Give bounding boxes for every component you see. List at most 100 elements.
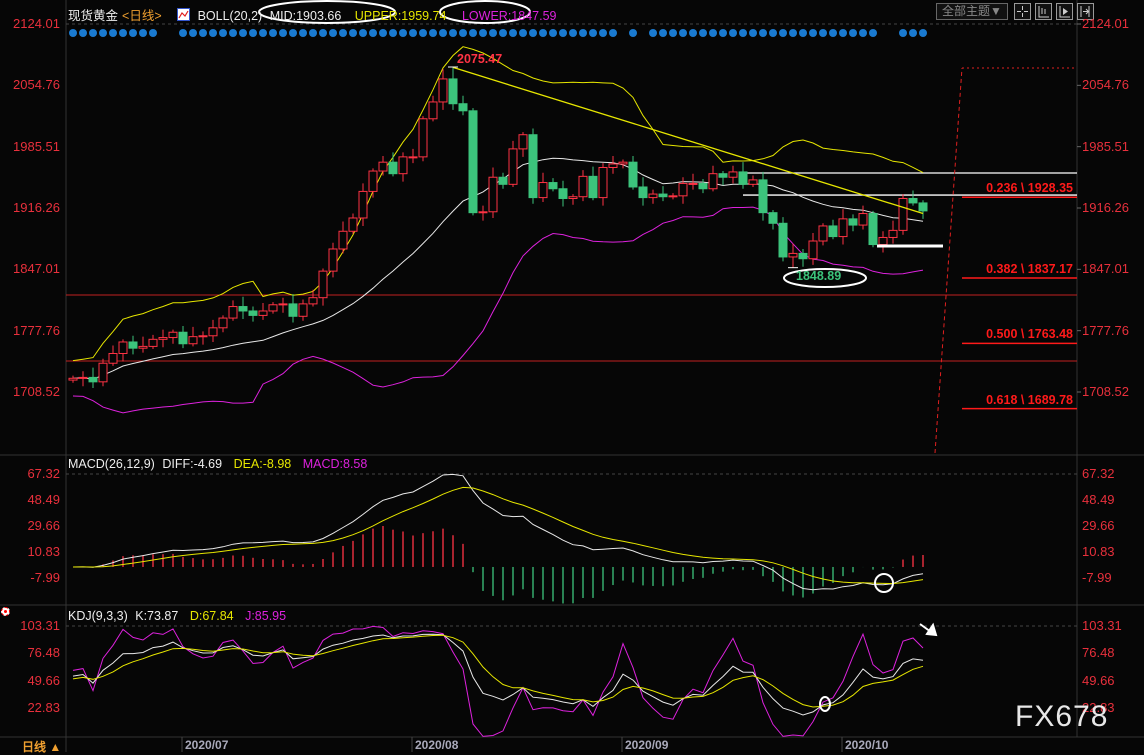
signal-dot <box>249 29 257 37</box>
candle-up <box>808 240 818 260</box>
macd-axis-label: 10.83 <box>1082 544 1115 559</box>
signal-dot <box>799 29 807 37</box>
signal-dot <box>109 29 117 37</box>
kdj-axis-label: 103.31 <box>20 618 60 633</box>
candle-up <box>438 78 448 103</box>
candle-down <box>778 222 788 258</box>
boll-mid: MID:1903.66 <box>269 9 342 23</box>
price-axis-label: 1708.52 <box>1082 383 1129 399</box>
signal-dot <box>519 29 527 37</box>
candle-up <box>108 352 118 364</box>
candle-up <box>688 182 698 185</box>
kdj-k-line <box>72 633 924 716</box>
boll-lower: LOWER:1847.59 <box>461 9 557 23</box>
arrow-icon <box>919 622 938 637</box>
signal-dot <box>829 29 837 37</box>
date-axis-label: 2020/09 <box>625 738 669 752</box>
candle-up <box>408 156 418 159</box>
candle-down <box>468 110 478 214</box>
candle-down <box>628 161 638 188</box>
candle-up <box>838 218 848 238</box>
signal-dot <box>419 29 427 37</box>
kdj-j: J:85.95 <box>245 609 287 623</box>
signal-dot <box>279 29 287 37</box>
candle-down <box>718 173 728 178</box>
chart-canvas[interactable] <box>0 0 1144 752</box>
fib-baseline-dashed <box>934 67 963 454</box>
kdj-k: K:73.87 <box>135 609 179 623</box>
candle-down <box>128 341 138 349</box>
signal-dot <box>329 29 337 37</box>
candle-down <box>768 212 778 224</box>
signal-dot <box>709 29 717 37</box>
signal-dot <box>789 29 797 37</box>
macd-axis-label: 48.49 <box>1082 492 1115 507</box>
signal-dot <box>359 29 367 37</box>
theme-dropdown[interactable]: 全部主题▼ <box>936 3 1008 20</box>
crosshair-icon[interactable] <box>1014 3 1031 20</box>
period-switch[interactable]: 日线 ▲ <box>22 738 61 755</box>
signal-dot <box>469 29 477 37</box>
candle-up <box>268 304 278 312</box>
macd-name: MACD(26,12,9) <box>68 457 155 471</box>
candle-up <box>428 101 438 120</box>
signal-dot <box>759 29 767 37</box>
signal-dot <box>729 29 737 37</box>
price-axis-label: 1777.76 <box>13 322 60 338</box>
kdj-axis-label: 103.31 <box>1082 618 1122 633</box>
signal-dot <box>659 29 667 37</box>
price-axis-label: 1708.52 <box>13 383 60 399</box>
signal-dot <box>869 29 877 37</box>
candle-up <box>358 190 368 219</box>
candle-down <box>548 182 558 190</box>
candle-down <box>918 202 928 212</box>
candle-up <box>188 336 198 345</box>
zoom-range-icon[interactable] <box>1035 3 1052 20</box>
candle-up <box>258 310 268 316</box>
signal-dot <box>399 29 407 37</box>
kdj-axis-label: 22.83 <box>27 700 60 715</box>
candle-up <box>218 317 228 329</box>
signal-dot <box>99 29 107 37</box>
signal-dot <box>369 29 377 37</box>
price-axis-label: 1916.26 <box>13 200 60 215</box>
candle-up <box>518 134 528 150</box>
price-axis-label: 2054.76 <box>1082 77 1129 93</box>
kdj-axis-label: 49.66 <box>27 672 60 688</box>
signal-dot <box>579 29 587 37</box>
candle-down <box>798 252 808 260</box>
signal-dot <box>749 29 757 37</box>
candle-up <box>418 118 428 158</box>
macd-diff-line <box>72 473 924 591</box>
candle-up <box>478 211 488 214</box>
candle-up <box>158 337 168 340</box>
date-axis-label: 2020/10 <box>845 738 889 752</box>
macd-diff: DIFF:-4.69 <box>162 457 223 471</box>
candle-up <box>208 327 218 337</box>
signal-dot <box>439 29 447 37</box>
candle-down <box>758 179 768 214</box>
candle-up <box>608 163 618 168</box>
candle-up <box>508 148 518 185</box>
candle-down <box>88 376 98 383</box>
signal-dot <box>89 29 97 37</box>
signal-dot <box>899 29 907 37</box>
candle-up <box>818 225 828 242</box>
kdj-settings-icon[interactable] <box>1 607 10 616</box>
macd-axis-label: 29.66 <box>1082 518 1115 533</box>
price-axis-label: 1985.51 <box>13 138 60 154</box>
candle-up <box>328 248 338 272</box>
signal-dot <box>389 29 397 37</box>
candle-up <box>668 195 678 198</box>
candle-down <box>868 213 878 246</box>
price-axis-label: 2054.76 <box>13 77 60 93</box>
signal-dot <box>309 29 317 37</box>
macd-axis-label: -7.99 <box>30 570 60 585</box>
date-axis-label: 2020/07 <box>185 738 229 752</box>
candle-up <box>398 156 408 175</box>
play-icon[interactable] <box>1056 3 1073 20</box>
signal-dot <box>259 29 267 37</box>
kdj-name: KDJ(9,3,3) <box>68 609 128 623</box>
candle-down <box>658 193 668 198</box>
signal-dot <box>79 29 87 37</box>
